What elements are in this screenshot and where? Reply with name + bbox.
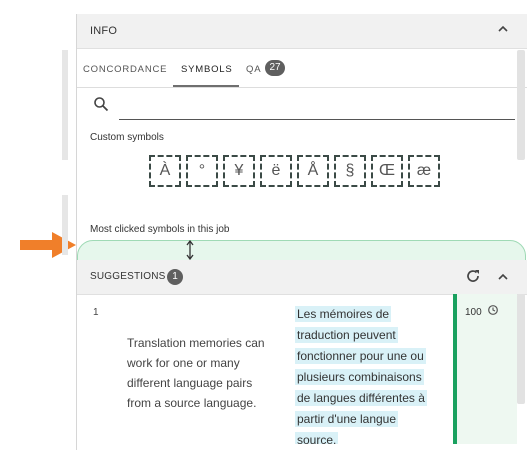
panel-resize-divider[interactable] — [77, 240, 526, 262]
match-score-area: 100 — [457, 294, 517, 444]
symbol-button[interactable]: ¥ — [223, 155, 255, 187]
suggestions-scrollbar[interactable] — [517, 294, 525, 404]
search-icon[interactable] — [93, 96, 109, 117]
symbol-button[interactable]: ° — [186, 155, 218, 187]
match-score: 100 — [465, 307, 482, 318]
symbol-button[interactable]: æ — [408, 155, 440, 187]
history-icon[interactable] — [487, 304, 499, 319]
symbol-button[interactable]: À — [149, 155, 181, 187]
suggestions-count-badge: 1 — [167, 269, 183, 285]
background-window-edge — [62, 50, 68, 160]
symbol-button[interactable]: Œ — [371, 155, 403, 187]
symbol-search-input[interactable] — [119, 97, 515, 120]
symbol-button[interactable]: Å — [297, 155, 329, 187]
suggestions-header[interactable]: SUGGESTIONS 1 — [77, 260, 527, 295]
most-clicked-label: Most clicked symbols in this job — [90, 224, 230, 235]
qa-count-badge: 27 — [265, 60, 285, 76]
info-panel: INFO CONCORDANCE SYMBOLS QA 27 Custom sy… — [76, 14, 527, 450]
tab-concordance[interactable]: CONCORDANCE — [83, 64, 167, 75]
suggestion-source-text: Translation memories can work for one or… — [127, 336, 265, 410]
symbol-button[interactable]: § — [334, 155, 366, 187]
tab-symbols[interactable]: SYMBOLS — [181, 64, 233, 75]
chevron-up-icon[interactable] — [497, 271, 509, 286]
suggestions-title: SUGGESTIONS — [90, 271, 166, 282]
symbol-button[interactable]: ë — [260, 155, 292, 187]
custom-symbols-label: Custom symbols — [90, 132, 164, 143]
background-window-edge — [62, 195, 68, 255]
suggestion-number: 1 — [93, 307, 99, 318]
info-header[interactable]: INFO — [77, 14, 527, 49]
active-tab-indicator — [173, 85, 239, 87]
suggestion-target-text: Les mémoires de traduction peuvent fonct… — [295, 306, 427, 444]
refresh-icon[interactable] — [465, 268, 481, 289]
tab-qa[interactable]: QA — [246, 64, 261, 75]
info-title: INFO — [90, 25, 118, 37]
suggestion-target: Les mémoires de traduction peuvent fonct… — [295, 304, 435, 444]
info-scrollbar[interactable] — [517, 50, 525, 160]
info-tabs: CONCORDANCE SYMBOLS QA 27 — [77, 49, 527, 88]
chevron-up-icon[interactable] — [497, 23, 509, 38]
